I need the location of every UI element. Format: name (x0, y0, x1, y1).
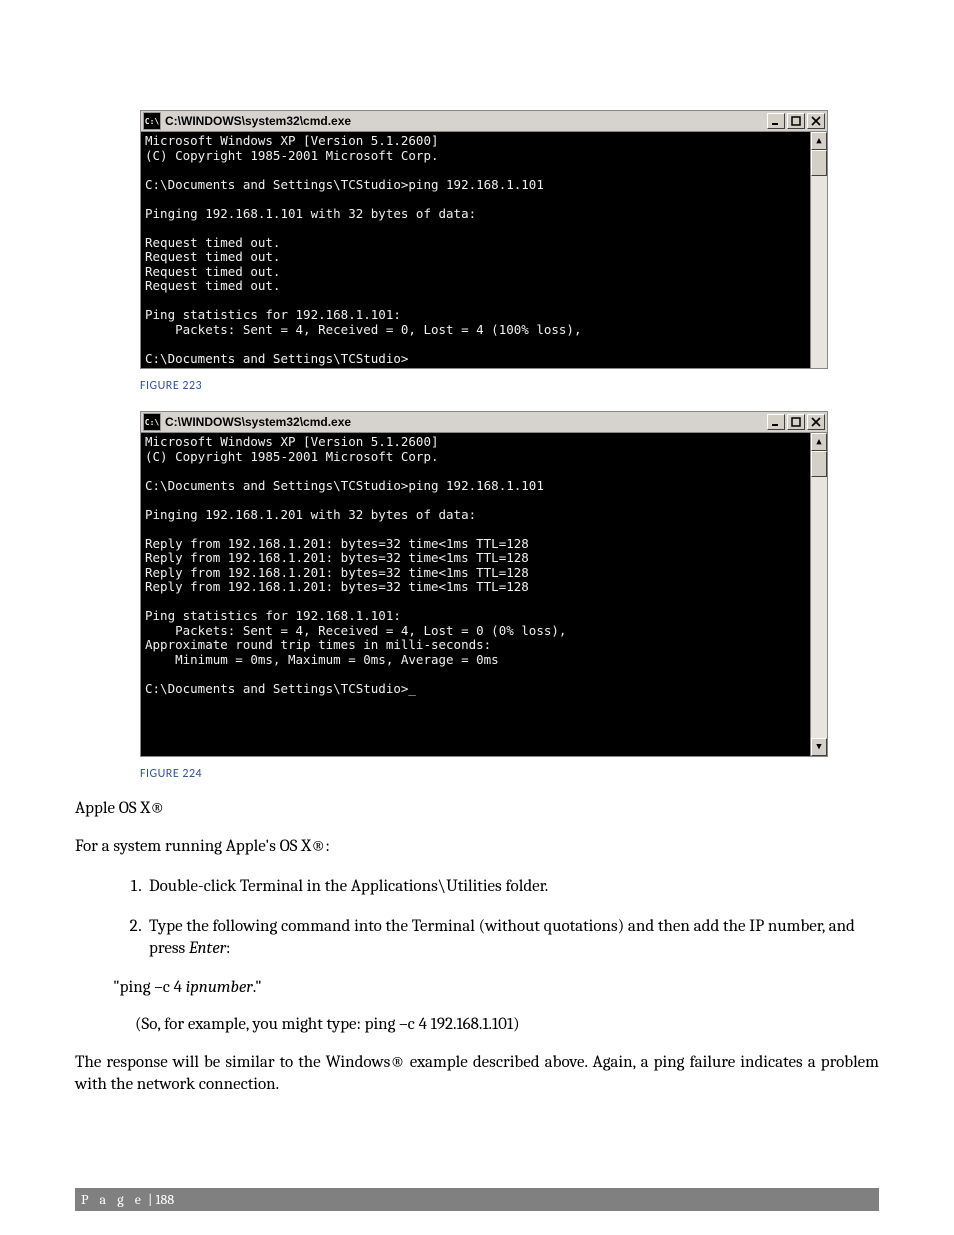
cmd1-output: Microsoft Windows XP [Version 5.1.2600] … (141, 132, 810, 368)
ping-cmd-ipnumber: ipnumber (186, 978, 253, 997)
intro-paragraph: For a system running Apple's OS X®: (75, 836, 879, 858)
close-icon[interactable] (807, 113, 825, 129)
footer-sep: | (145, 1191, 156, 1208)
ping-cmd-b: ." (253, 978, 262, 997)
cmd-icon: C:\ (143, 413, 161, 431)
ping-command-template: "ping –c 4 ipnumber." (113, 978, 879, 997)
footer-label: P a g e (81, 1191, 145, 1208)
scroll-track (811, 477, 827, 738)
ping-cmd-a: "ping –c 4 (113, 978, 186, 997)
steps-list: Double-click Terminal in the Application… (75, 876, 879, 960)
scroll-thumb[interactable] (811, 451, 827, 477)
cmd1-body: Microsoft Windows XP [Version 5.1.2600] … (141, 132, 827, 368)
cmd2-title: C:\WINDOWS\system32\cmd.exe (165, 415, 765, 429)
scroll-down-icon[interactable]: ▼ (811, 738, 827, 756)
cmd1-scrollbar[interactable]: ▲ (810, 132, 827, 368)
heading-apple-osx: Apple OS X® (75, 799, 879, 818)
minimize-icon[interactable] (767, 113, 785, 129)
scroll-track (811, 176, 827, 368)
maximize-icon[interactable] (787, 113, 805, 129)
cmd1-titlebar: C:\ C:\WINDOWS\system32\cmd.exe (141, 111, 827, 132)
ping-example: (So, for example, you might type: ping –… (135, 1015, 879, 1034)
closing-paragraph: The response will be similar to the Wind… (75, 1052, 879, 1096)
document-page: C:\ C:\WINDOWS\system32\cmd.exe Microsof… (0, 0, 954, 1235)
close-icon[interactable] (807, 414, 825, 430)
figure-caption-223: FIGURE 223 (140, 379, 879, 393)
scroll-up-icon[interactable]: ▲ (811, 132, 827, 150)
cmd-icon: C:\ (143, 112, 161, 130)
step-2-text-a: Type the following command into the Term… (149, 917, 855, 958)
step-2-text-b: : (226, 939, 231, 958)
cmd2-titlebar: C:\ C:\WINDOWS\system32\cmd.exe (141, 412, 827, 433)
cmd-window-1: C:\ C:\WINDOWS\system32\cmd.exe Microsof… (140, 110, 828, 369)
cmd2-scrollbar[interactable]: ▲ ▼ (810, 433, 827, 756)
step-1: Double-click Terminal in the Application… (145, 876, 879, 898)
cmd-window-2: C:\ C:\WINDOWS\system32\cmd.exe Microsof… (140, 411, 828, 757)
page-footer: P a g e | 188 (75, 1188, 879, 1211)
scroll-thumb[interactable] (811, 150, 827, 176)
step-2: Type the following command into the Term… (145, 916, 879, 960)
step-2-enter: Enter (189, 939, 226, 958)
figure-caption-224: FIGURE 224 (140, 767, 879, 781)
scroll-up-icon[interactable]: ▲ (811, 433, 827, 451)
maximize-icon[interactable] (787, 414, 805, 430)
cmd2-output: Microsoft Windows XP [Version 5.1.2600] … (141, 433, 810, 756)
minimize-icon[interactable] (767, 414, 785, 430)
cmd2-body: Microsoft Windows XP [Version 5.1.2600] … (141, 433, 827, 756)
footer-page-number: 188 (155, 1191, 174, 1208)
cmd1-title: C:\WINDOWS\system32\cmd.exe (165, 114, 765, 128)
